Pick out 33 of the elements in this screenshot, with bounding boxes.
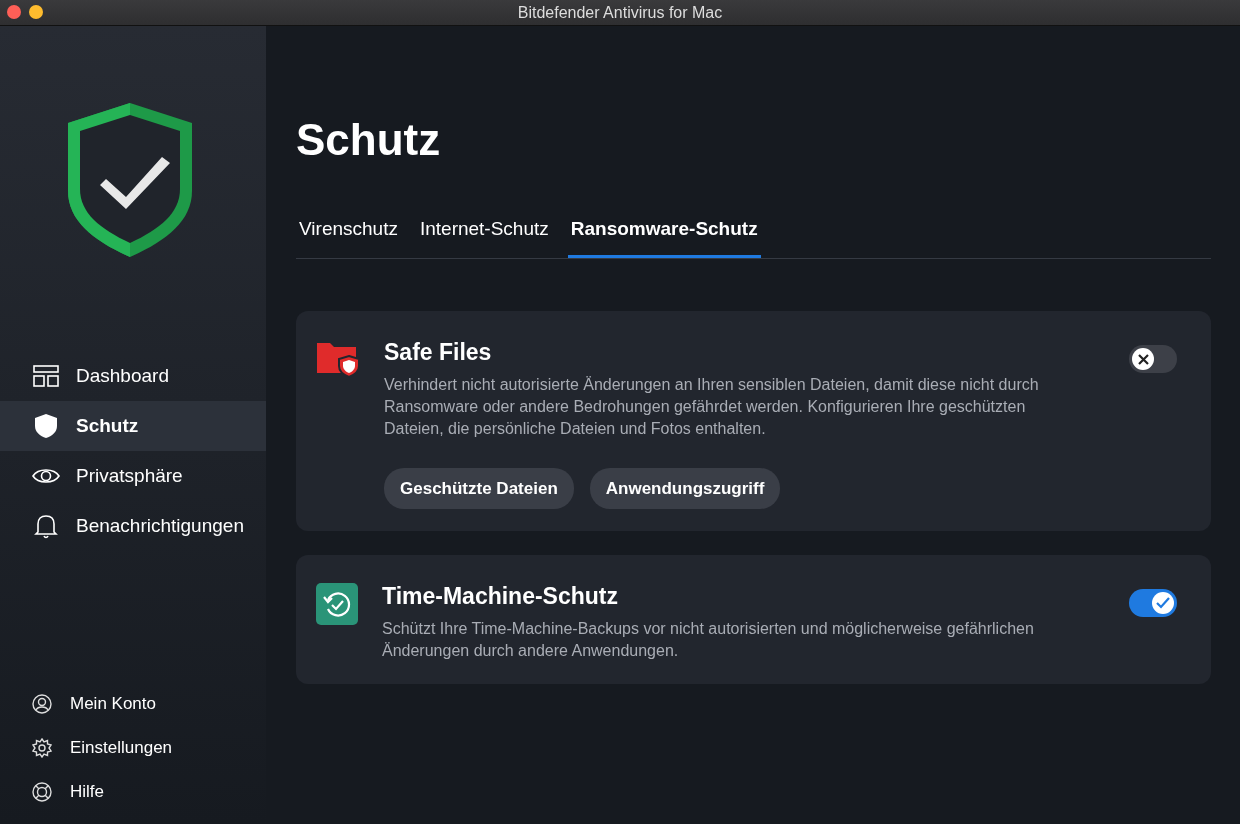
lifebuoy-icon: [32, 782, 54, 802]
shield-icon: [32, 413, 60, 439]
card-title: Safe Files: [384, 338, 493, 368]
check-icon: [1156, 597, 1170, 610]
toggle-switch[interactable]: [1129, 589, 1177, 618]
sidebar-link[interactable]: Hilfe: [0, 770, 266, 814]
close-icon: [1137, 353, 1149, 365]
bell-icon: [32, 513, 60, 539]
minimize-button[interactable]: [29, 5, 43, 19]
shield-check-icon: [66, 101, 194, 259]
sidebar-item[interactable]: Schutz: [0, 401, 266, 451]
card-description: Verhindert nicht autorisierte Änderungen an Ihren sensiblen Dateien, damit diese nicht durch Ransomware oder andere Bedrohungen gefährdet werden. Konfigurieren Ihre geschützten Dateien, die persönliche Dateien und Fotos enthalten.: [384, 374, 1040, 439]
tab[interactable]: Virenschutz: [296, 208, 401, 259]
action-button[interactable]: Anwendungszugriff: [589, 467, 781, 510]
tab[interactable]: Ransomware-Schutz: [567, 208, 761, 259]
sidebar-item[interactable]: Benachrichtigungen: [0, 501, 266, 551]
card-description: Schützt Ihre Time-Machine-Backups vor nicht autorisierten und möglicherweise gefährlichen Änderungen durch andere Anwendungen.: [382, 618, 1035, 661]
card-title: Time-Machine-Schutz: [382, 582, 619, 612]
settings-icon: [32, 738, 54, 758]
sidebar-item[interactable]: Privatsphäre: [0, 451, 266, 501]
eye-icon: [32, 467, 60, 485]
dashboard-icon: [32, 365, 60, 387]
sidebar-link[interactable]: Mein Konto: [0, 682, 266, 726]
user-icon: [32, 694, 54, 714]
sidebar-link[interactable]: Einstellungen: [0, 726, 266, 770]
toggle-switch[interactable]: [1129, 345, 1177, 374]
clock-check-icon: [316, 583, 358, 626]
action-button[interactable]: Geschützte Dateien: [384, 467, 574, 510]
close-button[interactable]: [7, 5, 21, 19]
sidebar-item[interactable]: Dashboard: [0, 351, 266, 401]
window-title: Bitdefender Antivirus for Mac: [517, 2, 723, 23]
page-title: Schutz: [296, 114, 442, 166]
tab[interactable]: Internet-Schutz: [416, 208, 552, 259]
